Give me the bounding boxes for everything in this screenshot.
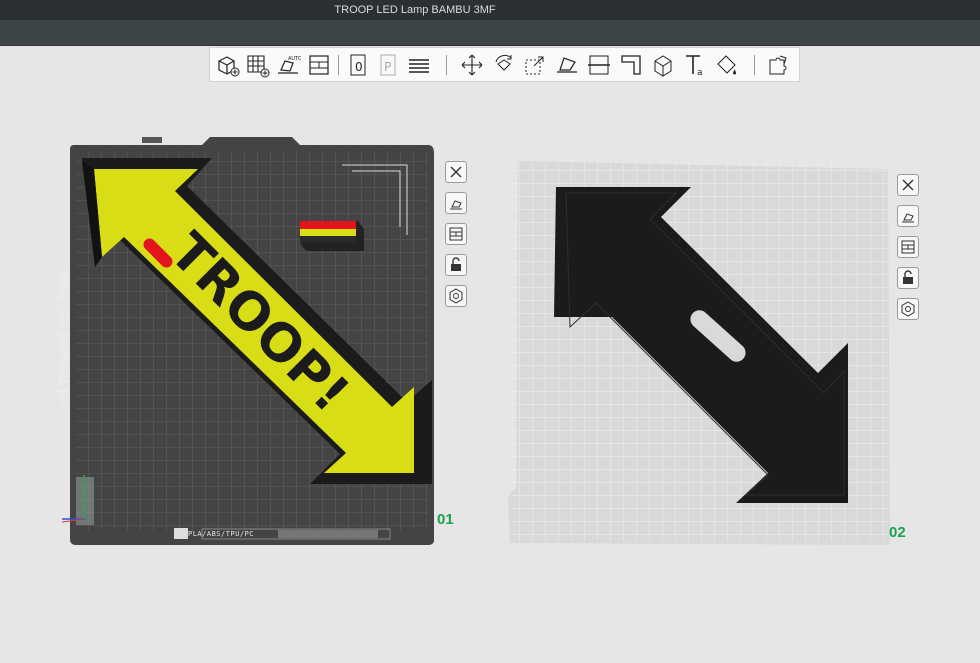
menu-bar [0,20,980,46]
plate-type-label: ed Textured PEI Plate [56,268,71,405]
rotate-button[interactable] [491,52,517,78]
scale-button[interactable] [522,52,548,78]
support-paint-button[interactable] [618,52,644,78]
plate-02-lock-button[interactable] [897,267,919,289]
main-toolbar: AUTO 0 P a [209,47,800,82]
layers-icon [409,59,429,73]
unlock-icon [451,257,461,271]
arrange-button[interactable] [306,52,332,78]
text-icon: a [686,55,703,78]
close-icon [902,179,914,191]
move-icon [461,54,483,76]
scale-icon [525,56,544,75]
toolbar-separator [338,55,339,75]
unlock-icon [903,270,913,284]
window-title: TROOP LED Lamp BAMBU 3MF [334,4,496,16]
support-paint-icon [621,55,641,75]
plate-01-settings-button[interactable] [445,285,467,307]
toolbar-separator [446,55,447,75]
svg-text:AUTO: AUTO [288,56,301,62]
color-paint-button[interactable] [714,52,740,78]
title-bar: TROOP LED Lamp BAMBU 3MF [0,0,980,20]
lay-on-face-button[interactable] [554,52,580,78]
plate-01-auto-orient-button[interactable] [445,192,467,214]
plate-02-canvas [508,161,890,545]
plate-02-auto-orient-button[interactable] [897,205,919,227]
auto-orient-icon: AUTO [278,56,301,74]
small-color-block[interactable] [300,221,364,251]
add-object-button[interactable] [214,52,240,78]
gear-icon [449,288,463,304]
grid-add-icon [247,55,270,78]
plate-01-canvas: TROOP! [41,137,434,545]
text-tool-button[interactable]: a [682,52,708,78]
layers-button[interactable] [406,52,432,78]
build-plate-01[interactable]: TROOP! PLA/ABS/TPU/PC ed Textured PEI Pl… [41,135,444,548]
svg-text:P: P [384,60,391,74]
seam-paint-icon [654,55,672,77]
plate-01-lock-button[interactable] [445,254,467,276]
plate-footer-label: PLA/ABS/TPU/PC [188,530,255,538]
split-parts-button[interactable]: P [376,52,402,78]
split-parts-icon: P [380,54,396,76]
cube-add-icon [218,56,240,77]
add-plate-button[interactable] [244,52,270,78]
cut-button[interactable] [586,52,612,78]
assembly-button[interactable] [766,52,792,78]
toolbar-separator [754,55,755,75]
plate-01-close-button[interactable] [445,161,467,183]
cut-icon [588,55,610,75]
move-button[interactable] [459,52,485,78]
svg-text:a: a [697,68,703,78]
auto-orient-icon [450,200,462,210]
close-icon [450,166,462,178]
auto-orient-button[interactable]: AUTO [275,52,301,78]
auto-orient-icon [902,213,914,223]
paint-bucket-icon [717,55,736,75]
plate-02-arrange-button[interactable] [897,236,919,258]
split-objects-button[interactable]: 0 [346,52,372,78]
plate-number-01: 01 [437,511,454,528]
arrange-icon [449,227,463,241]
arrange-icon [901,240,915,254]
plate-01-arrange-button[interactable] [445,223,467,245]
gear-icon [901,301,915,317]
seam-paint-button[interactable] [650,52,676,78]
plate-number-02: 02 [889,524,906,541]
arrange-icon [309,55,329,75]
split-objects-icon: 0 [350,54,366,76]
plate-01-side-tools [445,161,469,316]
plate-02-close-button[interactable] [897,174,919,196]
build-plate-02[interactable] [506,157,894,547]
rotate-icon [495,54,512,71]
svg-text:0: 0 [355,60,363,74]
puzzle-icon [769,55,787,75]
plate-02-side-tools [897,174,921,329]
plate-02-settings-button[interactable] [897,298,919,320]
lay-on-face-icon [557,57,577,73]
